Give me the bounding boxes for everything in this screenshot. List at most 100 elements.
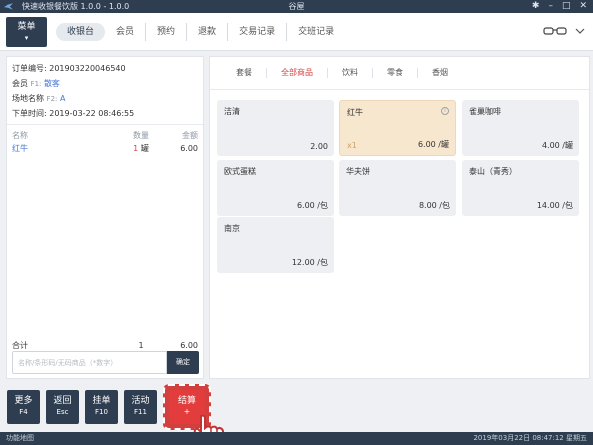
order-info: 订单编号: 201903220046540 会员 F1: 散客 场地名称 F2:… <box>7 57 203 125</box>
hold-order-button[interactable]: 挂单 F10 <box>85 390 118 424</box>
area-value[interactable]: A <box>60 94 65 103</box>
order-number-row: 订单编号: 201903220046540 <box>12 61 198 76</box>
item-qty: 1 罐 <box>115 142 167 156</box>
nav-bar: 菜单 ▾ 收银台 会员 预约 退款 交易记录 交班记录 <box>0 13 593 51</box>
promotion-shortcut: F11 <box>134 408 147 416</box>
glasses-icon[interactable] <box>543 26 567 36</box>
product-price-value: 12.00 <box>291 258 315 267</box>
menu-label: 菜单 <box>17 22 36 32</box>
product-card[interactable]: 南京 12.00 /包 <box>217 217 334 273</box>
product-name: 华夫饼 <box>346 167 370 176</box>
search-row: 确定 <box>12 351 199 374</box>
tab-checkout[interactable]: 收银台 <box>56 23 106 41</box>
maximize-icon[interactable]: □ <box>562 0 571 13</box>
order-time-label: 下单时间: <box>12 109 47 118</box>
category-tabs: 套餐 全部商品 饮料 零食 香烟 <box>210 57 589 90</box>
tab-refund[interactable]: 退款 <box>187 23 229 41</box>
items-header: 名称 数量 金额 <box>7 125 203 142</box>
order-time-row: 下单时间: 2019-03-22 08:46:55 <box>12 106 198 121</box>
area-label: 场地名称 <box>12 94 44 103</box>
back-label: 返回 <box>53 396 72 406</box>
more-shortcut: F4 <box>19 408 28 416</box>
tab-reservation[interactable]: 预约 <box>146 23 188 41</box>
product-card[interactable]: 雀巢咖啡 4.00 /罐 <box>462 100 579 156</box>
category-tab-drinks[interactable]: 饮料 <box>328 68 373 78</box>
info-icon[interactable]: i <box>441 107 449 115</box>
confirm-button[interactable]: 确定 <box>167 351 199 374</box>
product-price-value: 6.00 <box>417 140 436 149</box>
product-price: 8.00 /包 <box>419 200 450 211</box>
hold-order-shortcut: F10 <box>95 408 108 416</box>
item-unit: 罐 <box>140 144 149 153</box>
product-name: 泰山（青秀） <box>469 167 517 176</box>
hold-order-label: 挂单 <box>92 396 111 406</box>
product-price: 6.00 /罐 <box>418 139 449 150</box>
product-price: 4.00 /罐 <box>542 140 573 151</box>
member-value[interactable]: 散客 <box>44 79 60 88</box>
title-bar: 快速收银餐饮版 1.0.0 - 1.0.0 谷屋 ✱ – □ ✕ <box>0 0 593 13</box>
category-tab-all[interactable]: 全部商品 <box>267 68 328 78</box>
product-price: 2.00 <box>310 142 328 151</box>
order-panel: 订单编号: 201903220046540 会员 F1: 散客 场地名称 F2:… <box>6 56 204 379</box>
product-price-value: 6.00 <box>296 201 315 210</box>
category-tab-combo[interactable]: 套餐 <box>222 68 267 78</box>
product-unit: /包 <box>439 201 450 210</box>
product-card[interactable]: 欧式蛋糕 6.00 /包 <box>217 160 334 216</box>
tab-transactions[interactable]: 交易记录 <box>228 23 288 41</box>
item-amount: 6.00 <box>180 144 198 153</box>
more-button[interactable]: 更多 F4 <box>7 390 40 424</box>
product-unit: /罐 <box>562 141 573 150</box>
product-price-value: 8.00 <box>418 201 437 210</box>
order-number: 201903220046540 <box>49 64 126 73</box>
chevron-down-icon: ▾ <box>24 34 29 42</box>
close-icon[interactable]: ✕ <box>579 0 587 13</box>
member-shortcut: F1: <box>30 80 42 88</box>
promotion-button[interactable]: 活动 F11 <box>124 390 157 424</box>
window-controls: ✱ – □ ✕ <box>532 0 587 13</box>
area-row: 场地名称 F2: A <box>12 91 198 106</box>
member-row: 会员 F1: 散客 <box>12 76 198 91</box>
product-unit: /包 <box>317 258 328 267</box>
product-name: 红牛 <box>347 108 363 117</box>
product-quantity: x1 <box>347 141 357 150</box>
product-price-value: 4.00 <box>541 141 560 150</box>
tab-member[interactable]: 会员 <box>105 23 147 41</box>
status-bar: 功能地图 2019年03月22日 08:47:12 星期五 <box>0 432 593 445</box>
order-number-label: 订单编号: <box>12 64 47 73</box>
checkout-label: 结算 <box>177 396 196 406</box>
gear-icon[interactable]: ✱ <box>532 0 540 13</box>
product-price-value: 14.00 <box>536 201 560 210</box>
product-name: 洁清 <box>224 107 240 116</box>
product-card[interactable]: 华夫饼 8.00 /包 <box>339 160 456 216</box>
order-item-row[interactable]: 红牛 1 罐 6.00 <box>7 142 203 156</box>
promotion-label: 活动 <box>131 396 150 406</box>
product-name: 雀巢咖啡 <box>469 107 501 116</box>
order-time: 2019-03-22 08:46:55 <box>49 109 135 118</box>
category-tab-cigarettes[interactable]: 香烟 <box>418 68 462 78</box>
product-search-input[interactable] <box>12 351 167 374</box>
product-price-value: 2.00 <box>310 142 328 151</box>
item-qty-number: 1 <box>133 144 139 153</box>
product-panel: 套餐 全部商品 饮料 零食 香烟 洁清 2.00 红牛 i x1 6.00 /罐… <box>209 56 590 379</box>
back-button[interactable]: 返回 Esc <box>46 390 79 424</box>
minimize-icon[interactable]: – <box>548 0 553 13</box>
status-datetime: 2019年03月22日 08:47:12 星期五 <box>473 434 587 442</box>
category-tab-snacks[interactable]: 零食 <box>373 68 418 78</box>
product-card[interactable]: 泰山（青秀） 14.00 /包 <box>462 160 579 216</box>
nav-tabs: 收银台 会员 预约 退款 交易记录 交班记录 <box>56 23 345 41</box>
area-shortcut: F2: <box>46 95 58 103</box>
back-shortcut: Esc <box>56 408 69 416</box>
product-unit: /包 <box>317 201 328 210</box>
product-price: 6.00 /包 <box>297 200 328 211</box>
product-unit: /罐 <box>438 140 449 149</box>
chevron-down-icon[interactable] <box>575 28 585 35</box>
nav-right <box>543 26 585 36</box>
product-price: 12.00 /包 <box>292 257 328 268</box>
function-map-link[interactable]: 功能地图 <box>6 432 34 445</box>
menu-button[interactable]: 菜单 ▾ <box>6 17 47 47</box>
tab-shift-records[interactable]: 交班记录 <box>287 23 345 41</box>
product-name: 欧式蛋糕 <box>224 167 256 176</box>
col-qty: 数量 <box>133 131 149 140</box>
product-card-selected[interactable]: 红牛 i x1 6.00 /罐 <box>339 100 456 156</box>
product-card[interactable]: 洁清 2.00 <box>217 100 334 156</box>
